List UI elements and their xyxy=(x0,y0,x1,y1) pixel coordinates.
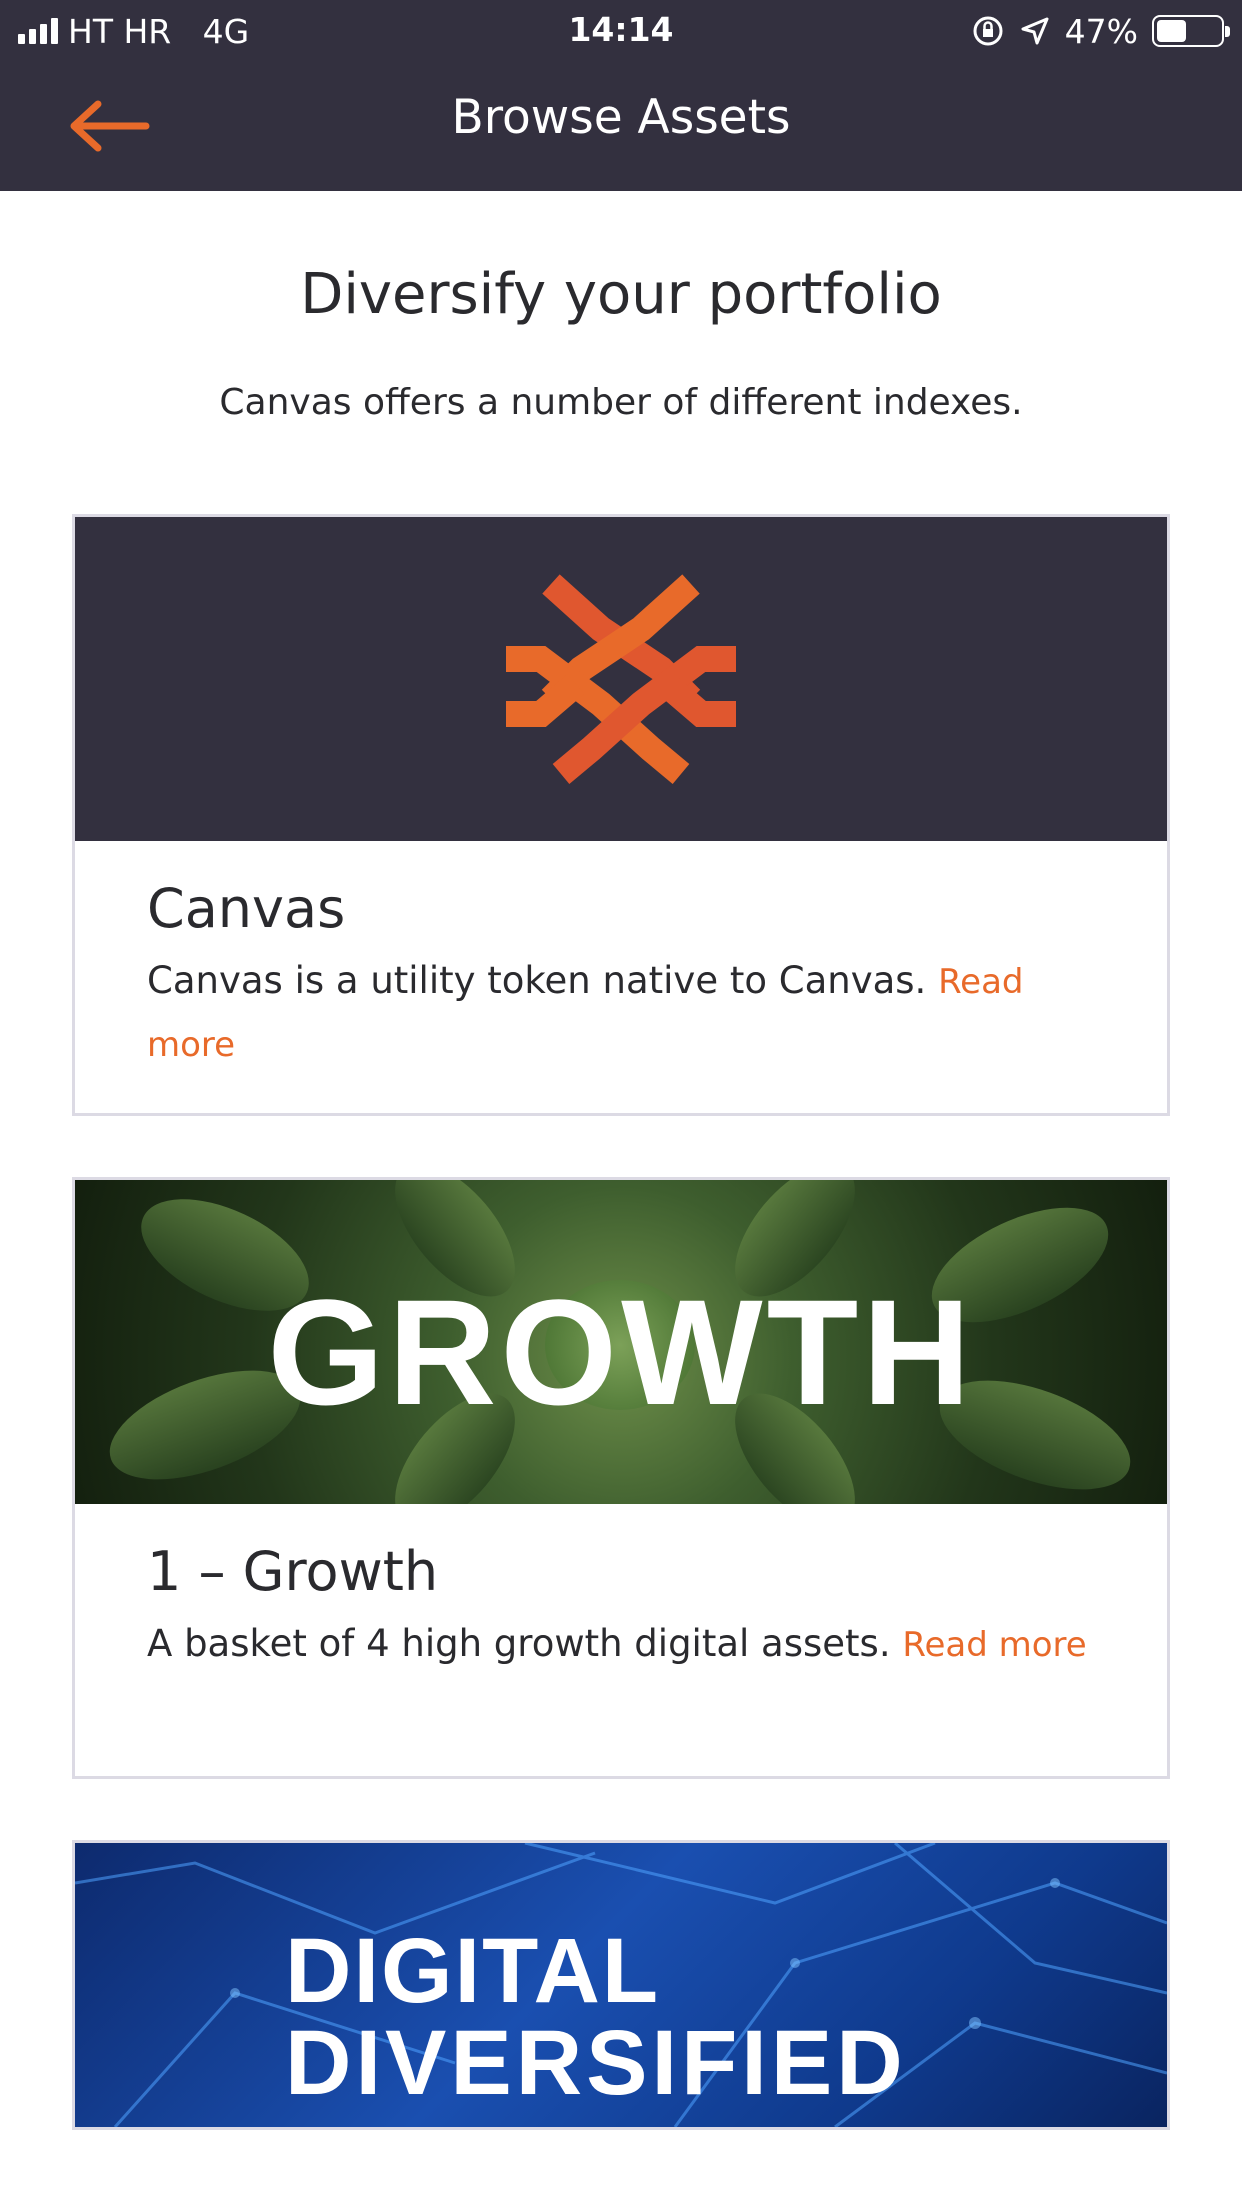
asset-body: Canvas Canvas is a utility token native … xyxy=(147,874,1107,1076)
battery-fill xyxy=(1157,20,1186,42)
location-icon xyxy=(1021,17,1049,45)
battery-icon xyxy=(1152,15,1230,47)
canvas-logo-icon xyxy=(506,574,736,784)
asset-description-text: Canvas is a utility token native to Canv… xyxy=(147,959,927,1002)
top-bar: HT HR 4G 14:14 47% Browse Assets xyxy=(0,0,1242,191)
banner-text-line2: DIVERSIFIED xyxy=(285,2012,907,2114)
asset-card-canvas[interactable]: Canvas Canvas is a utility token native … xyxy=(72,514,1170,1116)
section-subline: Canvas offers a number of different inde… xyxy=(219,382,1023,423)
asset-description: Canvas is a utility token native to Canv… xyxy=(147,950,1107,1076)
section-headline: Diversify your portfolio xyxy=(300,262,942,327)
asset-body: 1 – Growth A basket of 4 high growth dig… xyxy=(147,1537,1107,1676)
battery-percent: 47% xyxy=(1064,11,1138,51)
asset-title: Canvas xyxy=(147,877,346,940)
page-title: Browse Assets xyxy=(451,90,791,145)
asset-banner: GROWTH xyxy=(75,1180,1167,1504)
banner-text: GROWTH xyxy=(267,1268,975,1436)
status-bar: HT HR 4G 14:14 47% xyxy=(0,0,1242,62)
asset-card-digital-diversified[interactable]: DIGITAL DIVERSIFIED xyxy=(72,1840,1170,2130)
asset-banner xyxy=(75,517,1167,841)
banner-text-line1: DIGITAL xyxy=(285,1920,661,2022)
asset-description: A basket of 4 high growth digital assets… xyxy=(147,1613,1107,1676)
orientation-lock-icon xyxy=(973,16,1003,46)
status-right: 47% xyxy=(971,10,1230,52)
read-more-link[interactable]: Read more xyxy=(902,1625,1086,1665)
asset-card-growth[interactable]: GROWTH 1 – Growth A basket of 4 high gro… xyxy=(72,1177,1170,1779)
asset-banner: DIGITAL DIVERSIFIED xyxy=(75,1843,1167,2127)
asset-title: 1 – Growth xyxy=(147,1540,439,1603)
asset-description-text: A basket of 4 high growth digital assets… xyxy=(147,1622,891,1665)
